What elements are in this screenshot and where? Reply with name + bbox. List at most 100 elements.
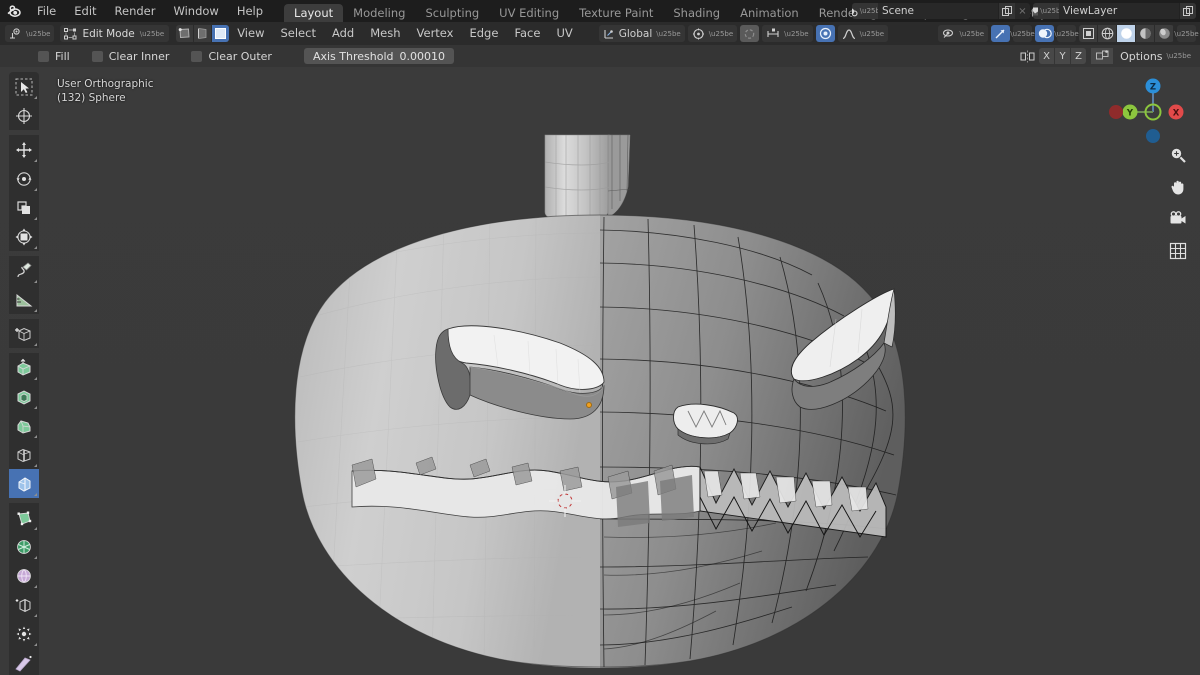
chevron-down-icon: \u25be bbox=[1167, 52, 1191, 60]
shading-material-preview[interactable] bbox=[1136, 25, 1155, 42]
menu-view[interactable]: View bbox=[229, 22, 272, 45]
bisect-tool[interactable] bbox=[9, 469, 39, 498]
tab-sculpting[interactable]: Sculpting bbox=[415, 4, 489, 22]
proportional-edit-toggle[interactable] bbox=[740, 25, 759, 42]
new-scene-icon[interactable] bbox=[998, 3, 1015, 19]
clear-outer-label: Clear Outer bbox=[208, 50, 272, 63]
axis-threshold-field[interactable]: Axis Threshold 0.00010 bbox=[304, 48, 454, 64]
editor-type-3dview-icon[interactable]: \u25be bbox=[5, 25, 54, 42]
scene-name[interactable]: Scene bbox=[878, 3, 998, 19]
falloff-type-selector[interactable]: \u25be bbox=[838, 25, 888, 42]
auto-merge-toggle[interactable] bbox=[1091, 48, 1113, 64]
tweak-select-box-tool[interactable] bbox=[9, 72, 39, 101]
menu-mesh[interactable]: Mesh bbox=[362, 22, 408, 45]
menu-edit[interactable]: Edit bbox=[65, 0, 105, 22]
tab-layout[interactable]: Layout bbox=[284, 4, 343, 22]
overlays-icon bbox=[1038, 27, 1052, 40]
tab-modeling[interactable]: Modeling bbox=[343, 4, 415, 22]
blender-logo-icon[interactable] bbox=[0, 0, 28, 22]
new-viewlayer-icon[interactable] bbox=[1179, 3, 1196, 19]
viewport-toolbar bbox=[9, 72, 39, 675]
proportional-edit-icon bbox=[743, 28, 756, 40]
mirror-axis-z[interactable]: Z bbox=[1071, 48, 1086, 64]
scene-selector[interactable]: \u25be Scene × bbox=[852, 3, 1030, 19]
show-gizmo-toggle[interactable] bbox=[991, 25, 1010, 42]
shading-rendered[interactable] bbox=[1155, 25, 1174, 42]
axis-threshold-label: Axis Threshold bbox=[313, 50, 394, 63]
rotate-tool[interactable] bbox=[9, 164, 39, 193]
face-select-mode[interactable] bbox=[212, 25, 229, 42]
tab-shading[interactable]: Shading bbox=[663, 4, 730, 22]
menu-add[interactable]: Add bbox=[324, 22, 362, 45]
scene-viewlayer-controls: \u25be Scene × \u25be ViewLayer bbox=[852, 0, 1196, 22]
menu-file[interactable]: File bbox=[28, 0, 65, 22]
proportional-connected-toggle[interactable]: \u25be bbox=[762, 25, 812, 42]
menu-uv[interactable]: UV bbox=[548, 22, 580, 45]
shading-dropdown[interactable]: \u25be bbox=[1177, 25, 1196, 42]
options-dropdown[interactable]: Options \u25be bbox=[1115, 50, 1196, 63]
loop-cut-tool[interactable] bbox=[9, 440, 39, 469]
pan-hand-icon[interactable] bbox=[1168, 177, 1188, 197]
viewlayer-selector[interactable]: \u25be ViewLayer bbox=[1033, 3, 1196, 19]
poly-build-tool[interactable] bbox=[9, 503, 39, 532]
toggle-perspective-ortho-icon[interactable] bbox=[1168, 241, 1188, 261]
overlays-dropdown[interactable]: \u25be bbox=[1057, 25, 1076, 42]
chevron-down-icon: \u25be bbox=[709, 30, 733, 38]
clear-outer-checkbox[interactable]: Clear Outer bbox=[191, 50, 272, 63]
xray-toggle[interactable] bbox=[1079, 25, 1098, 42]
unlink-scene-button[interactable]: × bbox=[1015, 3, 1030, 19]
spin-tool[interactable] bbox=[9, 532, 39, 561]
edge-select-mode[interactable] bbox=[194, 25, 211, 42]
menu-vertex[interactable]: Vertex bbox=[409, 22, 462, 45]
smooth-tool[interactable] bbox=[9, 561, 39, 590]
edge-slide-tool[interactable] bbox=[9, 590, 39, 619]
scale-tool[interactable] bbox=[9, 193, 39, 222]
proportional-falloff-enabled-icon[interactable] bbox=[816, 25, 835, 42]
chevron-down-icon: \u25be bbox=[656, 30, 680, 38]
zoom-icon[interactable] bbox=[1168, 145, 1188, 165]
bevel-tool[interactable] bbox=[9, 411, 39, 440]
object-types-visibility-selector[interactable]: \u25be bbox=[938, 25, 988, 42]
navigation-gizmo[interactable]: Z Y X bbox=[1116, 72, 1190, 146]
menu-help[interactable]: Help bbox=[228, 0, 272, 22]
annotate-tool[interactable] bbox=[9, 256, 39, 285]
tab-uv-editing[interactable]: UV Editing bbox=[489, 4, 569, 22]
shrink-fatten-tool[interactable] bbox=[9, 619, 39, 648]
shading-wireframe[interactable] bbox=[1098, 25, 1117, 42]
transform-orientation-label: Global bbox=[619, 28, 653, 40]
menu-face[interactable]: Face bbox=[506, 22, 548, 45]
menu-window[interactable]: Window bbox=[164, 0, 227, 22]
shading-solid[interactable] bbox=[1117, 25, 1136, 42]
mirror-axis-x[interactable]: X bbox=[1039, 48, 1054, 64]
tab-texture-paint[interactable]: Texture Paint bbox=[569, 4, 663, 22]
clear-inner-checkbox[interactable]: Clear Inner bbox=[92, 50, 170, 63]
snap-magnet-icon bbox=[692, 28, 705, 40]
move-tool[interactable] bbox=[9, 135, 39, 164]
mirror-axis-y[interactable]: Y bbox=[1055, 48, 1070, 64]
snap-toggle[interactable]: \u25be bbox=[688, 25, 737, 42]
fill-checkbox[interactable]: Fill bbox=[38, 50, 70, 63]
vertex-select-mode[interactable] bbox=[176, 25, 193, 42]
inset-faces-tool[interactable] bbox=[9, 382, 39, 411]
transform-orientation-selector[interactable]: Global \u25be bbox=[599, 25, 685, 42]
cursor-tool[interactable] bbox=[9, 101, 39, 130]
clear-inner-label: Clear Inner bbox=[109, 50, 170, 63]
knife-tool[interactable] bbox=[9, 648, 39, 675]
tab-animation[interactable]: Animation bbox=[730, 4, 809, 22]
measure-tool[interactable] bbox=[9, 285, 39, 314]
show-overlays-toggle[interactable] bbox=[1035, 25, 1054, 42]
menu-edge[interactable]: Edge bbox=[461, 22, 506, 45]
mode-selector[interactable]: Edit Mode \u25be bbox=[60, 25, 169, 42]
menu-select[interactable]: Select bbox=[272, 22, 323, 45]
menu-render[interactable]: Render bbox=[106, 0, 165, 22]
transform-tool[interactable] bbox=[9, 222, 39, 251]
extrude-region-tool[interactable] bbox=[9, 353, 39, 382]
chevron-down-icon: \u25be bbox=[960, 30, 984, 38]
gizmo-dropdown[interactable]: \u25be bbox=[1013, 25, 1032, 42]
viewport-header: \u25be Edit Mode \u25be View Select Add … bbox=[0, 22, 1200, 45]
viewlayer-name[interactable]: ViewLayer bbox=[1059, 3, 1179, 19]
3d-viewport[interactable]: User Orthographic (132) Sphere bbox=[0, 67, 1200, 675]
add-cube-tool[interactable] bbox=[9, 319, 39, 348]
camera-view-icon[interactable] bbox=[1168, 209, 1188, 229]
edit-mode-icon bbox=[64, 28, 77, 40]
